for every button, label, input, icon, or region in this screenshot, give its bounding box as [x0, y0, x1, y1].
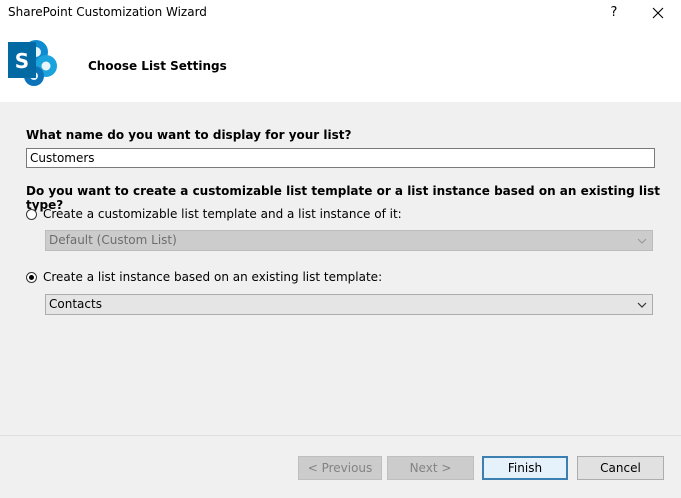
previous-button[interactable]: < Previous: [298, 456, 382, 480]
template-select-value: Default (Custom List): [49, 233, 177, 247]
wizard-footer: < Previous Next > Finish Cancel: [0, 435, 681, 498]
chevron-down-icon: [637, 238, 647, 244]
list-name-question: What name do you want to display for you…: [26, 128, 352, 142]
list-template-select-value: Contacts: [49, 297, 102, 311]
next-button[interactable]: Next >: [387, 456, 474, 480]
option-template-radio[interactable]: [26, 208, 37, 220]
chevron-down-icon: [637, 302, 647, 308]
finish-button[interactable]: Finish: [482, 456, 568, 480]
sharepoint-logo-icon: S: [6, 36, 62, 88]
close-button[interactable]: [644, 2, 672, 24]
template-select: Default (Custom List): [45, 230, 653, 251]
option-instance-radio[interactable]: [26, 271, 37, 283]
option-instance-label: Create a list instance based on an exist…: [43, 270, 383, 284]
help-button[interactable]: ?: [600, 2, 628, 24]
wizard-header: S Choose List Settings: [0, 26, 681, 102]
cancel-button[interactable]: Cancel: [577, 456, 664, 480]
list-name-input[interactable]: Customers: [26, 148, 655, 168]
window-title: SharePoint Customization Wizard: [8, 5, 207, 19]
wizard-content: What name do you want to display for you…: [0, 102, 681, 435]
title-bar: SharePoint Customization Wizard ?: [0, 0, 681, 26]
list-template-select[interactable]: Contacts: [45, 294, 653, 315]
close-icon: [652, 7, 664, 19]
option-instance-row[interactable]: Create a list instance based on an exist…: [26, 269, 382, 285]
option-template-row[interactable]: Create a customizable list template and …: [26, 206, 402, 222]
logo-letter: S: [15, 49, 29, 73]
option-template-label: Create a customizable list template and …: [43, 207, 402, 221]
page-title: Choose List Settings: [88, 59, 227, 73]
